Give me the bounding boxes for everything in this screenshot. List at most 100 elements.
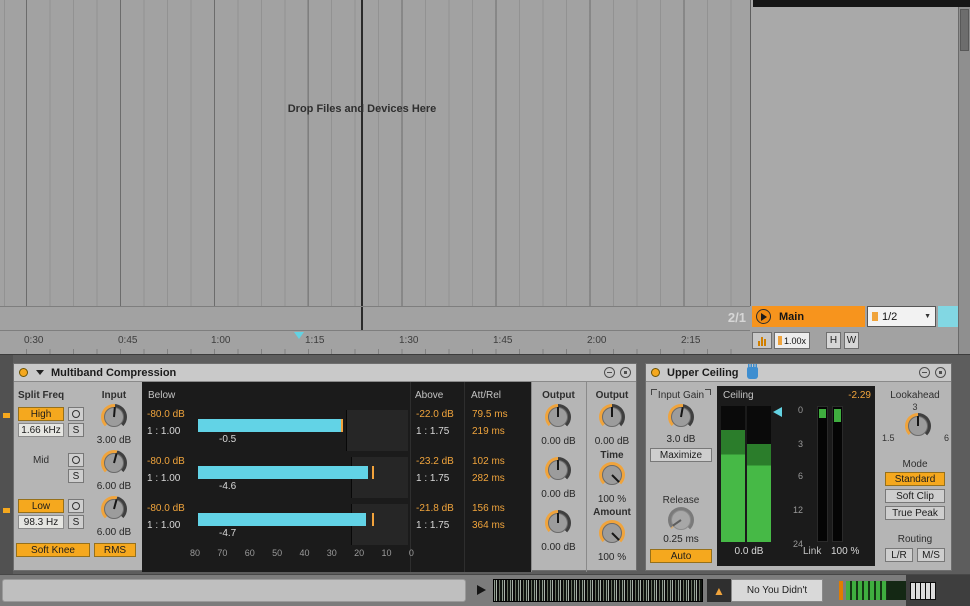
above-threshold-value[interactable]: -21.8 dB — [416, 503, 454, 514]
device-activator-led[interactable] — [19, 368, 28, 377]
below-ratio-value[interactable]: 1 : 1.00 — [147, 473, 180, 484]
above-ratio-value[interactable]: 1 : 1.75 — [416, 426, 449, 437]
routing-ms-button[interactable]: M/S — [917, 548, 945, 562]
above-ratio-value[interactable]: 1 : 1.75 — [416, 520, 449, 531]
band-low-solo-button[interactable]: S — [68, 515, 84, 529]
save-preset-icon[interactable] — [935, 367, 946, 378]
amount-value[interactable]: 100 % — [586, 552, 638, 563]
band-high-button[interactable]: High — [18, 407, 64, 421]
preview-meter-button[interactable] — [752, 332, 772, 349]
release-value[interactable]: 219 ms — [472, 426, 505, 437]
release-value[interactable]: 364 ms — [472, 520, 505, 531]
device-title-bar[interactable]: Upper Ceiling — [646, 364, 951, 382]
scrollbar-thumb[interactable] — [960, 9, 969, 51]
hot-swap-icon[interactable] — [919, 367, 930, 378]
input-gain-value[interactable]: 3.0 dB — [648, 434, 714, 445]
limiter-display[interactable]: Ceiling -2.29 0 3 6 12 24 0.0 dB Link 1 — [717, 386, 875, 566]
device-title-bar[interactable]: Multiband Compression — [14, 364, 636, 382]
amount-knob[interactable] — [599, 520, 625, 546]
below-ratio-value[interactable]: 1 : 1.00 — [147, 520, 180, 531]
below-threshold-value[interactable]: -80.0 dB — [147, 456, 185, 467]
mode-true-peak-button[interactable]: True Peak — [885, 506, 945, 520]
input-mid-value[interactable]: 6.00 dB — [93, 481, 135, 492]
link-value[interactable]: 100 % — [831, 546, 859, 557]
time-knob[interactable] — [599, 462, 625, 488]
output-mid-value[interactable]: 0.00 dB — [531, 489, 586, 500]
playback-speed-field[interactable]: 1.00x — [774, 332, 810, 349]
above-threshold-value[interactable]: -23.2 dB — [416, 456, 454, 467]
ceiling-handle[interactable] — [773, 407, 782, 417]
attack-value[interactable]: 156 ms — [472, 503, 505, 514]
save-preset-icon[interactable] — [620, 367, 631, 378]
preview-play-icon[interactable] — [477, 585, 486, 595]
release-value[interactable]: 282 ms — [472, 473, 505, 484]
arrangement-grid — [0, 0, 750, 306]
input-high-knob[interactable] — [101, 404, 127, 430]
main-track-header[interactable]: Main — [752, 306, 865, 327]
release-value[interactable]: 0.25 ms — [648, 534, 714, 545]
device-activator-led[interactable] — [651, 368, 660, 377]
below-threshold-value[interactable]: -80.0 dB — [147, 409, 185, 420]
time-value[interactable]: 100 % — [586, 494, 638, 505]
global-output-knob[interactable] — [599, 404, 625, 430]
split-freq-low-value[interactable]: 98.3 Hz — [18, 515, 64, 529]
keyboard-icon[interactable] — [910, 582, 936, 600]
above-threshold-value[interactable]: -22.0 dB — [416, 409, 454, 420]
mode-standard-button[interactable]: Standard — [885, 472, 945, 486]
global-output-value[interactable]: 0.00 dB — [586, 436, 638, 447]
split-freq-high-value[interactable]: 1.66 kHz — [18, 423, 64, 437]
gain-reduction-value[interactable]: -2.29 — [848, 390, 871, 401]
input-low-value[interactable]: 6.00 dB — [93, 527, 135, 538]
attack-value[interactable]: 102 ms — [472, 456, 505, 467]
output-high-knob[interactable] — [545, 404, 571, 430]
mode-label: Mode — [879, 459, 951, 470]
scrub-row[interactable]: 2/1 — [0, 306, 750, 330]
level-meter-orange — [839, 581, 843, 600]
above-ratio-value[interactable]: 1 : 1.75 — [416, 473, 449, 484]
rms-button[interactable]: RMS — [94, 543, 136, 557]
fold-icon[interactable] — [36, 370, 44, 375]
attack-value[interactable]: 79.5 ms — [472, 409, 508, 420]
output-routing-select[interactable]: 1/2 ▼ — [867, 306, 936, 327]
output-high-value[interactable]: 0.00 dB — [531, 436, 586, 447]
automation-w-button[interactable]: W — [844, 332, 859, 349]
chevron-down-icon: ▼ — [924, 313, 931, 320]
arrangement-view[interactable]: Drop Files and Devices Here 2/1 Main 1/2… — [0, 0, 970, 354]
auto-release-button[interactable]: Auto — [650, 549, 712, 563]
multiband-display[interactable]: Below Above Att/Rel -80.0 dB 1 : 1.00 -0… — [142, 382, 531, 572]
below-threshold-value[interactable]: -80.0 dB — [147, 503, 185, 514]
loop-start-marker[interactable] — [294, 332, 304, 339]
input-gain-knob[interactable] — [668, 404, 694, 430]
time-ruler[interactable]: 0:30 0:45 1:00 1:15 1:30 1:45 2:00 2:15 — [0, 330, 750, 354]
input-mid-knob[interactable] — [101, 450, 127, 476]
lookahead-knob[interactable] — [905, 413, 931, 439]
band-low-listen-button[interactable] — [68, 499, 84, 513]
release-knob[interactable] — [668, 507, 694, 533]
output-low-knob[interactable] — [545, 510, 571, 536]
song-position: 2/1 — [690, 310, 746, 325]
band-low-button[interactable]: Low — [18, 499, 64, 513]
soft-knee-button[interactable]: Soft Knee — [16, 543, 90, 557]
band-mid-label[interactable]: Mid — [18, 455, 64, 466]
input-high-value[interactable]: 3.00 dB — [93, 435, 135, 446]
drop-hint: Drop Files and Devices Here — [288, 103, 437, 115]
band-high-solo-button[interactable]: S — [68, 423, 84, 437]
band-mid-solo-button[interactable]: S — [68, 469, 84, 483]
mode-soft-clip-button[interactable]: Soft Clip — [885, 489, 945, 503]
output-low-value[interactable]: 0.00 dB — [531, 542, 586, 553]
ceiling-value[interactable]: 0.0 dB — [723, 546, 775, 557]
output-mid-knob[interactable] — [545, 457, 571, 483]
automation-h-button[interactable]: H — [826, 332, 841, 349]
hot-swap-icon[interactable] — [604, 367, 615, 378]
split-freq-label: Split Freq — [18, 390, 80, 401]
maximize-button[interactable]: Maximize — [650, 448, 712, 462]
vertical-scrollbar[interactable] — [958, 7, 970, 354]
input-gain-label: Input Gain — [648, 390, 714, 401]
play-icon[interactable] — [756, 309, 771, 324]
input-low-knob[interactable] — [101, 496, 127, 522]
sample-preview-waveform[interactable] — [493, 579, 703, 602]
band-mid-listen-button[interactable] — [68, 453, 84, 467]
routing-lr-button[interactable]: L/R — [885, 548, 913, 562]
below-ratio-value[interactable]: 1 : 1.00 — [147, 426, 180, 437]
band-high-listen-button[interactable] — [68, 407, 84, 421]
